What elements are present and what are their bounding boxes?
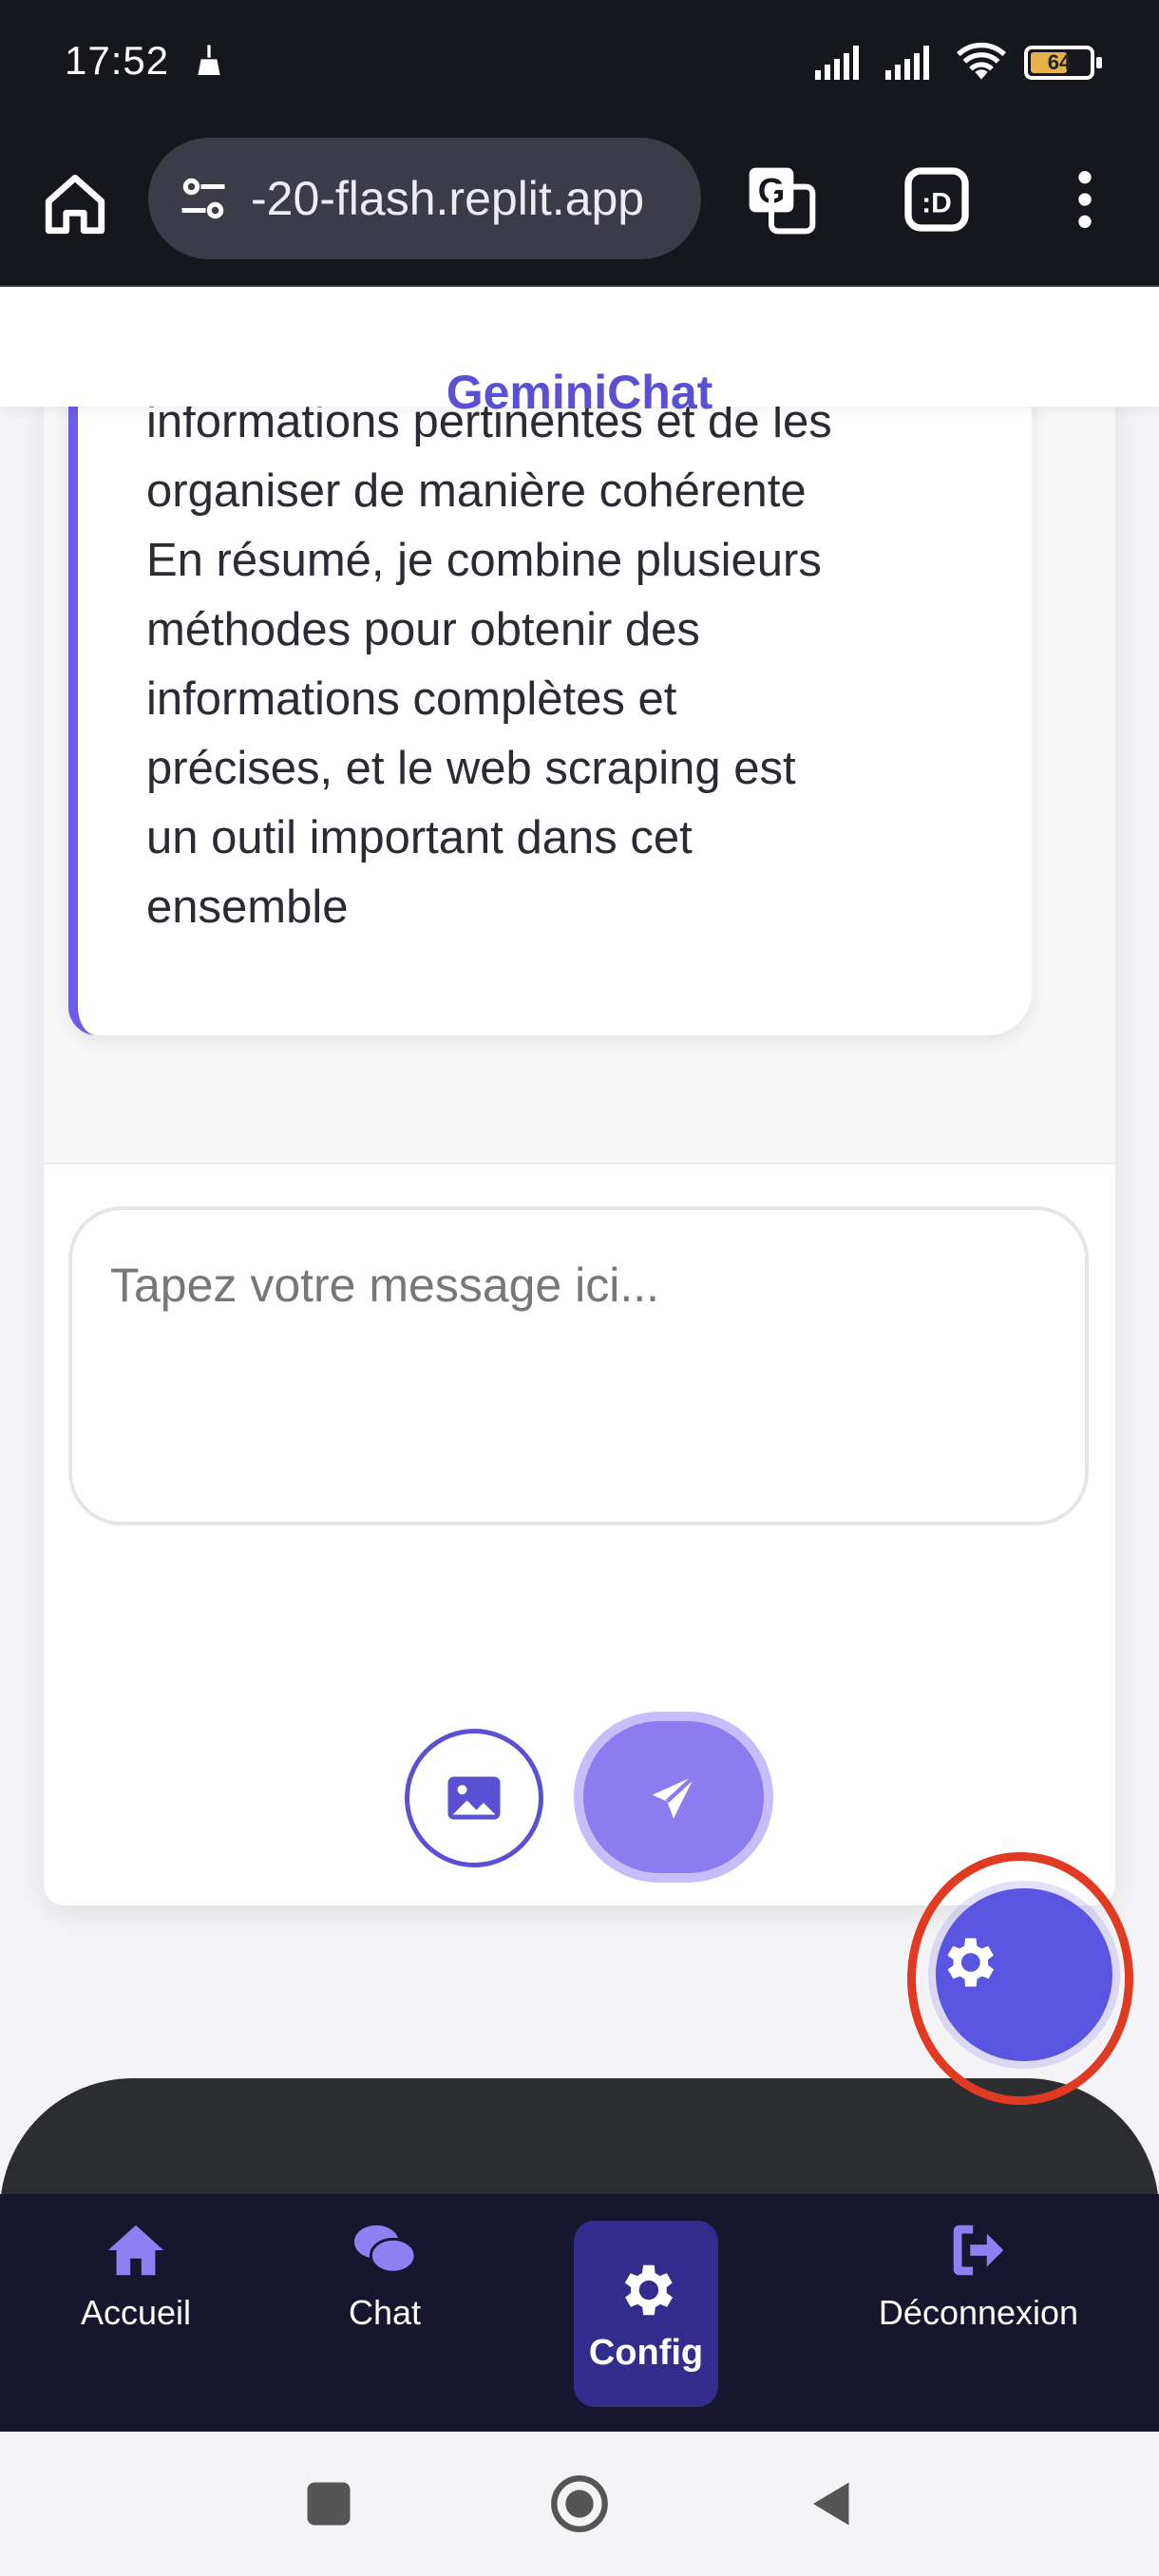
message-text: informations pertinentes et de les organ… [146, 396, 832, 933]
nav-item-accueil[interactable]: Accueil [66, 2194, 205, 2333]
address-bar[interactable]: -20-flash.replit.app [148, 138, 701, 259]
send-button[interactable] [583, 1721, 764, 1873]
highlight-ring [907, 1852, 1133, 2105]
nav-label: Déconnexion [878, 2293, 1079, 2332]
system-nav-bar [0, 2432, 1159, 2576]
svg-text::D: :D [922, 187, 952, 218]
image-icon [447, 1776, 501, 1820]
browser-toolbar: -20-flash.replit.app G :D [0, 133, 1159, 287]
tabs-icon[interactable]: :D [899, 161, 975, 237]
message-input-box[interactable] [68, 1206, 1089, 1525]
message-input[interactable] [110, 1258, 1051, 1486]
nav-label: Config [588, 2333, 704, 2373]
battery-icon: 64 [1024, 46, 1102, 80]
messages-area[interactable]: informations pertinentes et de les organ… [44, 361, 1115, 1165]
status-indicators: 64 [815, 42, 1102, 84]
translate-icon[interactable]: G [743, 161, 819, 237]
url-text: -20-flash.replit.app [251, 172, 645, 225]
app-title: GeminiChat [446, 366, 713, 419]
battery-level: 64 [1047, 50, 1072, 74]
signal-icon-2 [885, 46, 929, 80]
nav-item-config[interactable]: Config [574, 2221, 718, 2407]
nav-label: Chat [348, 2293, 422, 2332]
nav-item-chat[interactable]: Chat [314, 2194, 456, 2333]
upload-image-button[interactable] [405, 1729, 543, 1867]
app-header: GeminiChat [0, 287, 1159, 419]
nav-label: Accueil [80, 2293, 192, 2332]
back-icon[interactable] [804, 2475, 861, 2532]
gear-icon [624, 2264, 673, 2316]
logout-icon [953, 2225, 1004, 2276]
home-icon[interactable] [40, 169, 110, 239]
home-icon [107, 2225, 164, 2276]
cleaner-icon [198, 45, 220, 75]
chat-icon [353, 2225, 417, 2274]
recents-icon[interactable] [300, 2475, 357, 2532]
status-bar: 17:52 64 [0, 0, 1159, 133]
assistant-message: informations pertinentes et de les organ… [68, 361, 1032, 1035]
send-icon [652, 1773, 697, 1819]
status-time: 17:52 [65, 38, 170, 83]
wifi-icon [956, 43, 1007, 80]
chat-panel: informations pertinentes et de les organ… [44, 361, 1115, 1905]
more-menu-icon[interactable] [1047, 161, 1123, 237]
site-settings-icon[interactable] [175, 170, 232, 227]
nav-item-deconnexion[interactable]: Déconnexion [855, 2194, 1102, 2333]
home-circle-icon[interactable] [549, 2473, 610, 2534]
bottom-nav: Accueil Chat Config Déconnexion [0, 2194, 1159, 2432]
signal-icon [815, 46, 859, 80]
